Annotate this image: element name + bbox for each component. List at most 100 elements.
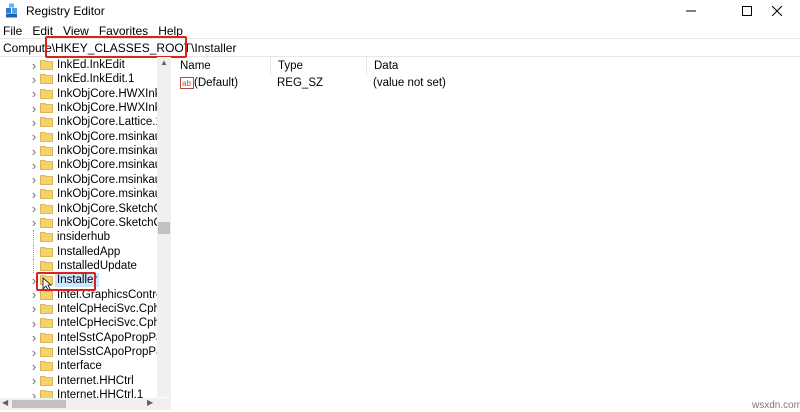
tree-item-label: InkObjCore.SketchObj.S bbox=[57, 216, 157, 229]
svg-text:ab: ab bbox=[182, 79, 191, 88]
tree-item[interactable]: InstalledApp bbox=[0, 244, 158, 259]
chevron-right-icon[interactable]: › bbox=[29, 345, 39, 360]
tree-item[interactable]: › InkEd.InkEdit bbox=[0, 58, 158, 73]
folder-icon bbox=[40, 103, 53, 113]
tree-item-label: InstalledUpdate bbox=[57, 259, 137, 272]
folder-icon bbox=[40, 189, 53, 200]
tree-item-label: InkObjCore.Lattice.1 bbox=[57, 116, 157, 129]
tree-item-label: InkObjCore.msinkaut.In bbox=[57, 188, 157, 201]
tree-item[interactable]: › InkEd.InkEdit.1 bbox=[0, 72, 158, 87]
tree-item[interactable]: › IntelSstCApoPropPage. bbox=[0, 330, 158, 345]
folder-icon bbox=[40, 146, 53, 156]
tree-item[interactable]: › InkObjCore.Lattice.1 bbox=[0, 115, 158, 130]
tree-item[interactable]: › InkObjCore.SketchObj.S bbox=[0, 201, 158, 216]
minimize-icon bbox=[686, 10, 696, 12]
chevron-right-icon[interactable]: › bbox=[29, 330, 39, 345]
folder-icon bbox=[40, 375, 53, 386]
chevron-right-icon[interactable]: › bbox=[29, 301, 39, 316]
value-name: (Default) bbox=[194, 77, 239, 89]
folder-icon bbox=[40, 304, 53, 314]
tree-item[interactable]: › InkObjCore.HWXInk.E-I bbox=[0, 86, 158, 101]
tree-item-label: InkObjCore.HWXInk.E-I bbox=[57, 102, 157, 115]
chevron-right-icon[interactable]: › bbox=[29, 115, 39, 130]
folder-icon bbox=[40, 361, 53, 372]
tree-item-label: InkObjCore.msinkaut.In bbox=[57, 159, 157, 172]
tree-item-label: InkEd.InkEdit bbox=[57, 59, 125, 71]
tree-item-label: InkObjCore.msinkaut.In bbox=[57, 145, 157, 158]
tree-item[interactable]: › IntelSstCApoPropPage. bbox=[0, 345, 158, 360]
tree-item-label: IntelCpHeciSvc.CphsSe bbox=[57, 302, 157, 315]
folder-icon bbox=[40, 347, 53, 357]
folder-icon bbox=[40, 318, 53, 329]
menu-file[interactable]: File bbox=[3, 24, 28, 38]
column-header-type[interactable]: Type bbox=[271, 57, 367, 75]
window-title: Registry Editor bbox=[26, 4, 105, 18]
folder-icon bbox=[40, 246, 53, 257]
value-row[interactable]: ab (Default) REG_SZ (value not set) bbox=[173, 76, 800, 92]
tree-item-label: InkObjCore.HWXInk.E-I bbox=[57, 87, 157, 100]
chevron-right-icon[interactable]: › bbox=[29, 373, 39, 388]
value-type: REG_SZ bbox=[277, 77, 324, 89]
address-highlight-box bbox=[45, 36, 187, 58]
chevron-right-icon[interactable]: › bbox=[29, 101, 39, 116]
tree-connector-line bbox=[33, 258, 34, 273]
chevron-right-icon[interactable]: › bbox=[29, 72, 39, 87]
tree-item-label: InkObjCore.msinkaut.In bbox=[57, 173, 157, 186]
tree-item[interactable]: › InkObjCore.msinkaut.In bbox=[0, 129, 158, 144]
folder-icon bbox=[40, 88, 53, 99]
tree-item-label: InkObjCore.msinkaut.In bbox=[57, 130, 157, 143]
string-value-icon: ab bbox=[180, 77, 194, 89]
tree-item[interactable]: › IntelCpHeciSvc.CphsSe bbox=[0, 301, 158, 316]
tree-item[interactable]: › InkObjCore.SketchObj.S bbox=[0, 215, 158, 230]
chevron-right-icon[interactable]: › bbox=[29, 86, 39, 101]
chevron-right-icon[interactable]: › bbox=[29, 316, 39, 331]
scroll-up-icon[interactable]: ▲ bbox=[158, 58, 170, 70]
scroll-left-icon[interactable]: ◀ bbox=[2, 398, 12, 410]
folder-icon bbox=[40, 232, 53, 243]
folder-icon bbox=[40, 131, 53, 142]
values-list[interactable]: Name Type Data ab (Default) REG_SZ (valu… bbox=[173, 57, 800, 412]
folder-icon bbox=[40, 160, 53, 171]
folder-icon bbox=[40, 203, 53, 214]
tree-connector-line bbox=[33, 230, 34, 245]
chevron-right-icon[interactable]: › bbox=[29, 359, 39, 374]
tree-item-label: IntelSstCApoPropPage. bbox=[57, 331, 157, 344]
chevron-right-icon[interactable]: › bbox=[29, 58, 39, 73]
tree-item[interactable]: InstalledUpdate bbox=[0, 258, 158, 273]
close-icon bbox=[772, 6, 782, 16]
close-button[interactable] bbox=[754, 0, 800, 22]
key-tree[interactable]: › InkEd.InkEdit › InkEd.InkEdit.1 › InkObjCor… bbox=[0, 57, 171, 399]
column-header-data[interactable]: Data bbox=[367, 57, 800, 75]
chevron-right-icon[interactable]: › bbox=[29, 187, 39, 202]
chevron-right-icon[interactable]: › bbox=[29, 215, 39, 230]
tree-horizontal-scroll-thumb[interactable] bbox=[12, 400, 66, 408]
tree-item[interactable]: › IntelCpHeciSvc.CphsSe bbox=[0, 316, 158, 331]
chevron-right-icon[interactable]: › bbox=[29, 201, 39, 216]
folder-icon bbox=[40, 117, 53, 128]
tree-item[interactable]: › InkObjCore.msinkaut.In bbox=[0, 172, 158, 187]
tree-item[interactable]: › InkObjCore.msinkaut.In bbox=[0, 158, 158, 173]
chevron-right-icon[interactable]: › bbox=[29, 158, 39, 173]
scroll-right-icon[interactable]: ▶ bbox=[147, 398, 157, 410]
registry-editor-icon bbox=[6, 3, 17, 18]
tree-item[interactable]: › InkObjCore.msinkaut.In bbox=[0, 187, 158, 202]
watermark: wsxdn.com bbox=[752, 400, 800, 411]
folder-icon bbox=[40, 60, 53, 70]
chevron-right-icon[interactable]: › bbox=[29, 172, 39, 187]
maximize-icon bbox=[742, 6, 752, 16]
tree-item[interactable]: › Interface bbox=[0, 359, 158, 374]
tree-item[interactable]: › InkObjCore.HWXInk.E-I bbox=[0, 101, 158, 116]
value-data: (value not set) bbox=[373, 77, 446, 89]
tree-vertical-scroll-thumb[interactable] bbox=[158, 222, 170, 234]
tree-item-label: Internet.HHCtrl bbox=[57, 374, 134, 387]
tree-item[interactable]: › InkObjCore.msinkaut.In bbox=[0, 144, 158, 159]
tree-item[interactable]: insiderhub bbox=[0, 230, 158, 245]
chevron-right-icon[interactable]: › bbox=[29, 129, 39, 144]
chevron-right-icon[interactable]: › bbox=[29, 144, 39, 159]
title-bar: Registry Editor bbox=[0, 0, 800, 22]
minimize-button[interactable] bbox=[668, 0, 714, 22]
tree-item[interactable]: › Internet.HHCtrl bbox=[0, 373, 158, 388]
folder-icon bbox=[40, 260, 53, 271]
column-header-name[interactable]: Name bbox=[173, 57, 271, 75]
folder-icon bbox=[40, 174, 53, 185]
